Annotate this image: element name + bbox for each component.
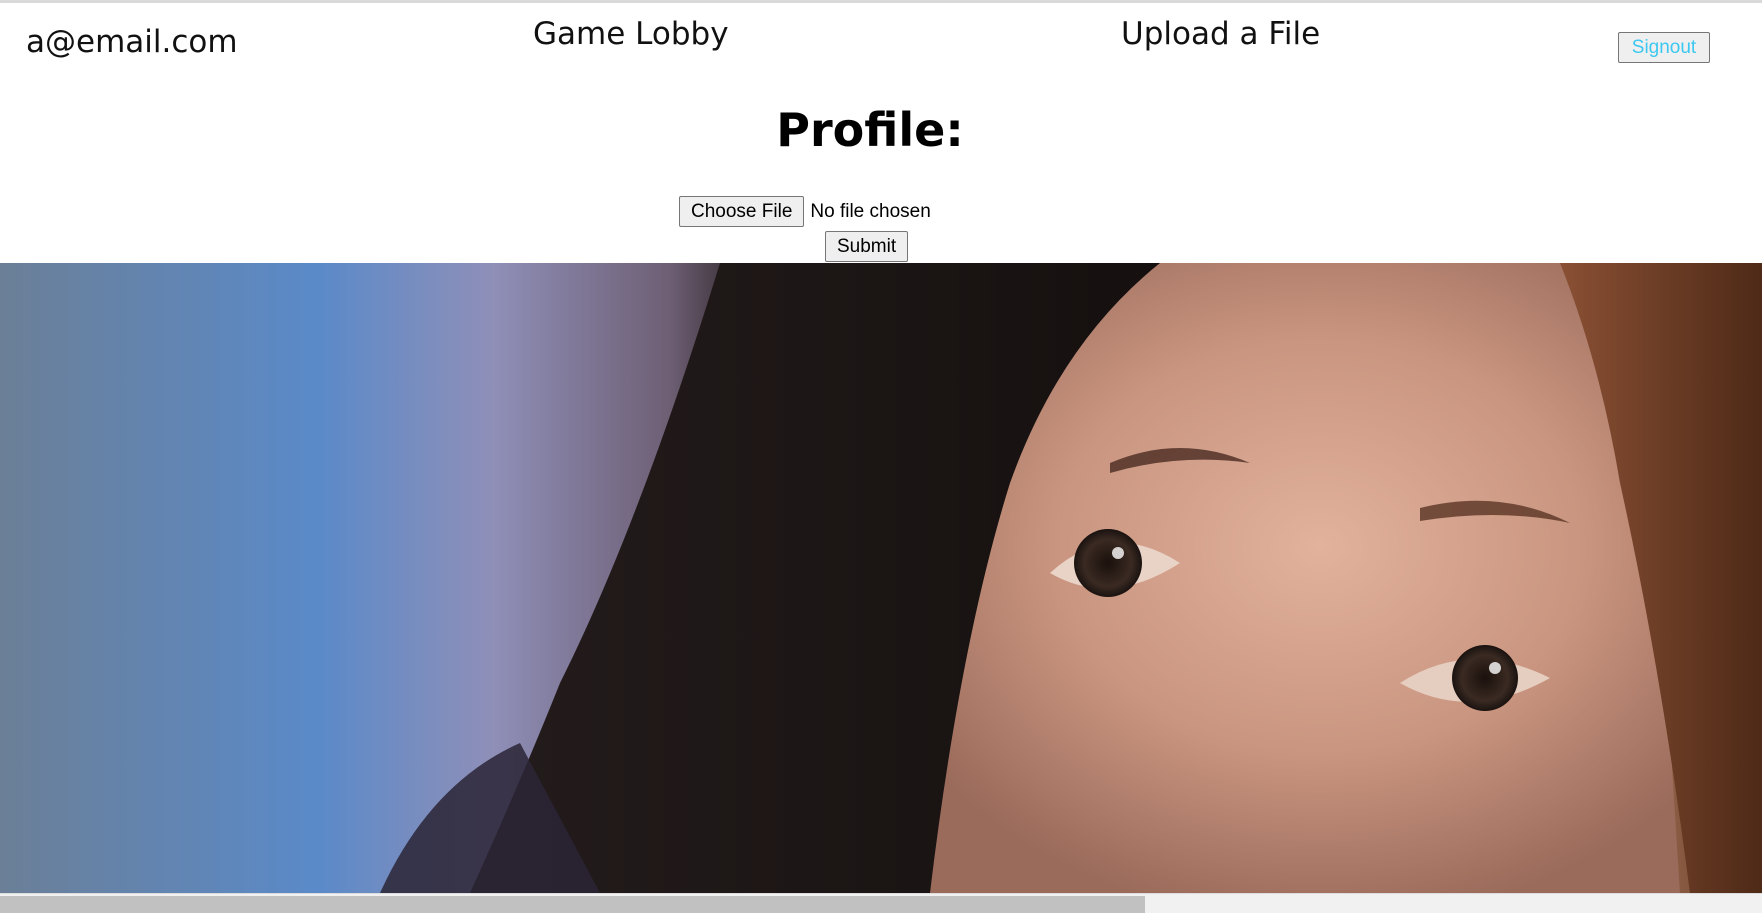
choose-file-button[interactable]: Choose File [679,196,805,227]
top-divider [0,0,1762,3]
user-email-link[interactable]: a@email.com [26,24,238,60]
game-lobby-link[interactable]: Game Lobby [533,16,729,52]
file-status-text: No file chosen [810,200,931,222]
file-input[interactable]: Choose File No file chosen [679,196,931,227]
upload-file-link[interactable]: Upload a File [1121,16,1320,52]
page-title: Profile: [776,103,964,157]
scrollbar-thumb[interactable] [0,896,1145,913]
submit-button[interactable]: Submit [825,231,909,262]
signout-button[interactable]: Signout [1618,32,1710,63]
horizontal-scrollbar[interactable] [0,893,1762,913]
profile-photo [0,263,1762,893]
